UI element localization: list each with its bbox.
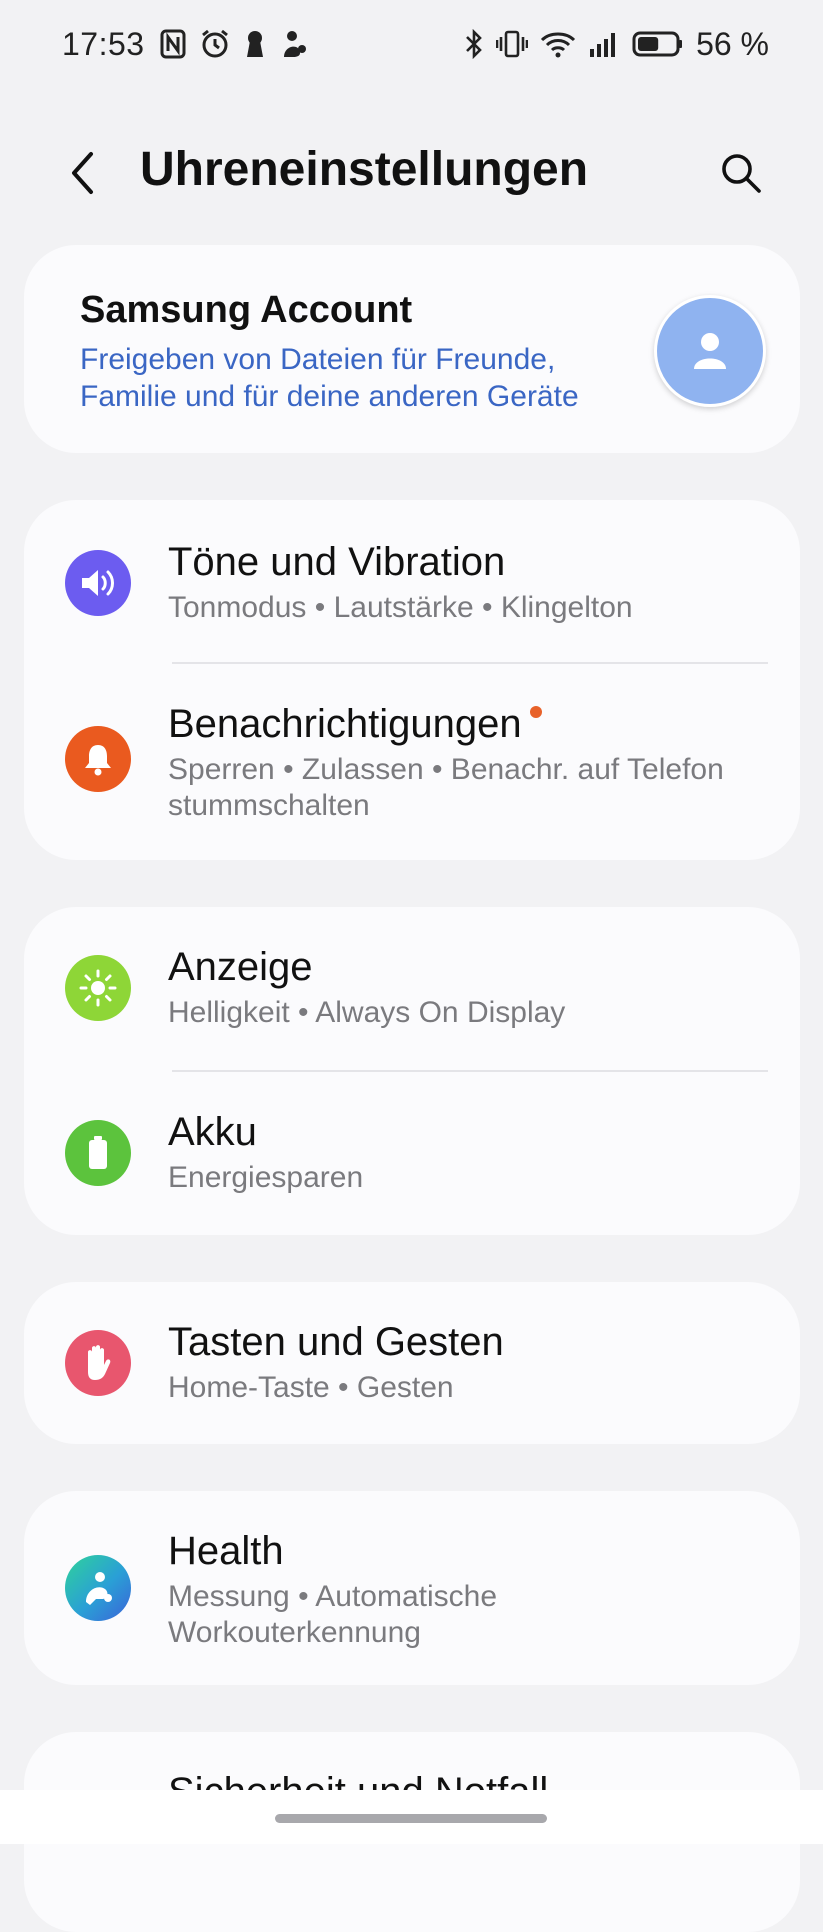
sun-icon: [65, 955, 131, 1021]
battery-percent: 56 %: [696, 25, 769, 62]
health-icon: [65, 1555, 131, 1621]
search-button[interactable]: [714, 146, 768, 200]
settings-item-battery[interactable]: Akku Energiesparen: [24, 1072, 800, 1235]
settings-item-health[interactable]: Health Messung • Automatische Workouterk…: [24, 1491, 800, 1685]
hand-icon: [65, 1330, 131, 1396]
item-subtitle: Helligkeit • Always On Display: [168, 996, 566, 1029]
item-title: Health: [168, 1529, 284, 1573]
signal-icon: [588, 29, 620, 59]
app-header: Uhreneinstellungen: [0, 130, 823, 210]
search-icon: [720, 152, 762, 194]
speaker-icon: [65, 550, 131, 616]
item-title-text: Benachrichtigungen: [168, 702, 522, 746]
settings-group-health: Health Messung • Automatische Workouterk…: [24, 1491, 800, 1685]
settings-item-sounds-vibration[interactable]: Töne und Vibration Tonmodus • Lautstärke…: [24, 500, 800, 660]
settings-item-buttons-gestures[interactable]: Tasten und Gesten Home-Taste • Gesten: [24, 1282, 800, 1444]
account-title: Samsung Account: [80, 289, 413, 331]
settings-group-buttons: Tasten und Gesten Home-Taste • Gesten: [24, 1282, 800, 1444]
item-title: Tasten und Gesten: [168, 1320, 504, 1364]
status-bar: 17:53 56 %: [0, 0, 823, 92]
assistant-icon: [280, 29, 308, 59]
item-title: Anzeige: [168, 945, 313, 989]
new-badge: [529, 706, 542, 718]
battery-icon: [632, 29, 684, 59]
status-left-icons: [160, 26, 308, 62]
samsung-account-card[interactable]: Samsung Account Freigeben von Dateien fü…: [24, 245, 800, 453]
item-subtitle: Energiesparen: [168, 1161, 364, 1194]
battery-icon: [65, 1120, 131, 1186]
page-title: Uhreneinstellungen: [140, 143, 589, 196]
item-subtitle: Home-Taste • Gesten: [168, 1371, 454, 1404]
status-time: 17:53: [62, 26, 145, 62]
item-title: Töne und Vibration: [168, 540, 506, 584]
avatar[interactable]: [654, 295, 766, 407]
settings-group-sound-notifications: Töne und Vibration Tonmodus • Lautstärke…: [24, 500, 800, 860]
bell-icon: [65, 726, 131, 792]
item-title: Benachrichtigungen: [168, 702, 542, 747]
keyhole-icon: [244, 29, 266, 59]
settings-item-display[interactable]: Anzeige Helligkeit • Always On Display: [24, 907, 800, 1069]
alarm-icon: [200, 29, 230, 59]
bluetooth-icon: [464, 29, 484, 59]
item-subtitle: Sperren • Zulassen • Benachr. auf Telefo…: [168, 753, 724, 822]
wifi-icon: [540, 29, 576, 59]
item-subtitle: Tonmodus • Lautstärke • Klingelton: [168, 591, 633, 624]
vibrate-icon: [496, 29, 529, 59]
account-subtitle: Freigeben von Dateien für Freunde, Famil…: [80, 343, 579, 413]
back-button[interactable]: [60, 146, 106, 200]
status-right-icons: 56 %: [464, 26, 769, 62]
nfc-icon: [160, 29, 186, 59]
item-title: Akku: [168, 1110, 257, 1154]
navigation-bar: [0, 1790, 823, 1844]
gesture-handle[interactable]: [275, 1814, 547, 1823]
person-icon: [690, 329, 730, 373]
item-subtitle: Messung • Automatische Workouterkennung: [168, 1580, 498, 1649]
chevron-left-icon: [69, 151, 97, 195]
settings-item-notifications[interactable]: Benachrichtigungen Sperren • Zulassen • …: [24, 664, 800, 860]
settings-group-display-battery: Anzeige Helligkeit • Always On Display A…: [24, 907, 800, 1235]
